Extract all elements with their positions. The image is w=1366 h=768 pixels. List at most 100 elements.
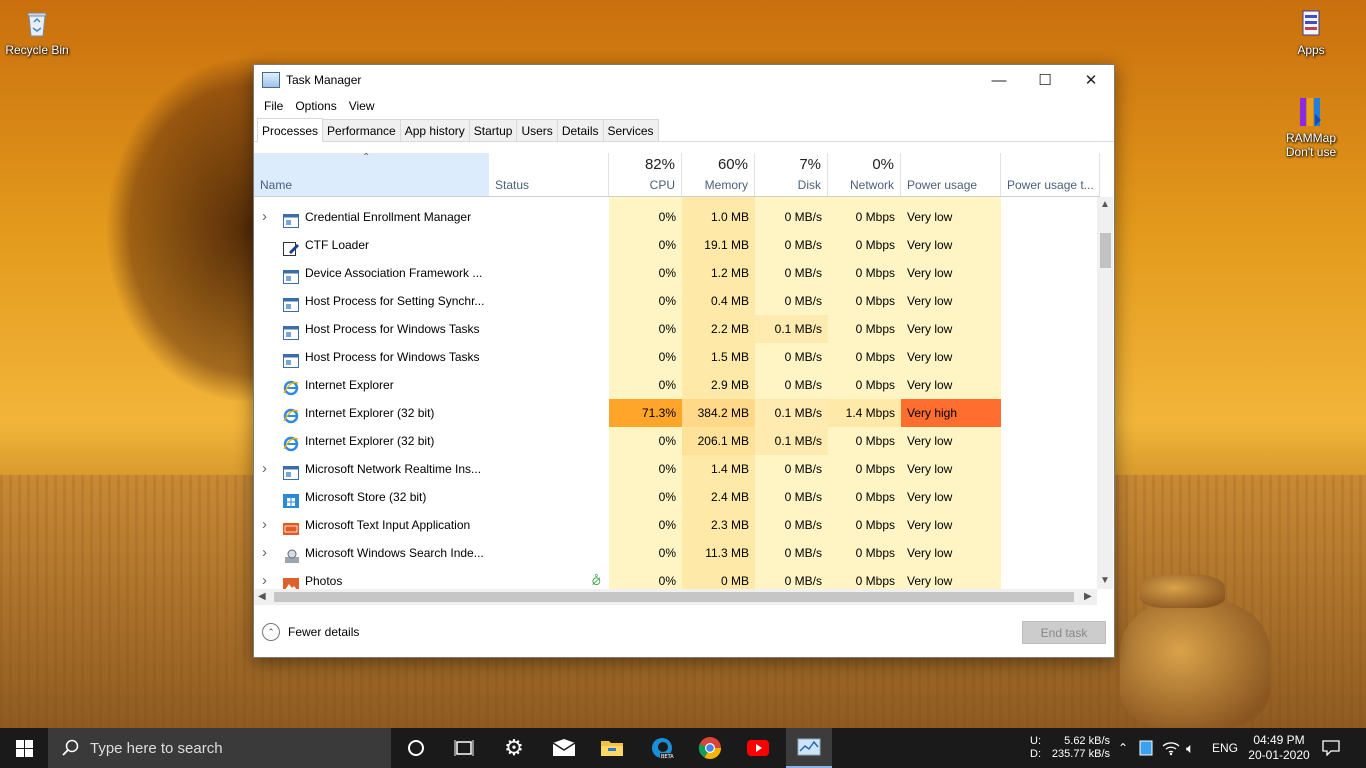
process-disk-cell: 0 MB/s [755,455,828,483]
expand-chevron-icon[interactable]: › [262,539,267,567]
vertical-scrollbar[interactable]: ▲ ▼ [1097,197,1113,589]
process-row[interactable]: Device Association Framework ... 0% 1.2 MB… [254,259,1097,287]
network-button[interactable] [1162,728,1180,768]
title-bar[interactable]: Task Manager — ☐ ✕ [254,65,1114,95]
column-header-memory[interactable]: 60% Memory [682,153,755,196]
menu-file[interactable]: File [258,99,289,113]
process-network-cell: 0 Mbps [828,315,901,343]
action-center-button[interactable] [1322,728,1340,768]
process-status-cell [489,427,609,455]
process-name: Host Process for Windows Tasks [305,322,480,336]
column-header-disk[interactable]: 7% Disk [755,153,828,196]
scroll-left-arrow-icon[interactable]: ◀ [258,591,266,602]
tab-performance[interactable]: Performance [322,119,401,141]
scroll-down-arrow-icon[interactable]: ▼ [1100,575,1110,586]
process-row[interactable]: Host Process for Setting Synchr... 0% 0.4 … [254,287,1097,315]
fewer-details-button[interactable]: ⌃ Fewer details [262,623,359,641]
process-row[interactable]: Host Process for Windows Tasks 0% 2.2 MB 0.… [254,315,1097,343]
show-hidden-icons-button[interactable]: ⌃ [1116,728,1130,768]
process-disk-cell: 0 MB/s [755,231,828,259]
process-row[interactable]: Internet Explorer 0% 2.9 MB 0 MB/s 0 Mbps Ver… [254,371,1097,399]
tab-services[interactable]: Services [602,119,659,141]
process-row[interactable]: Host Process for Windows Tasks 0% 1.5 MB 0 … [254,343,1097,371]
process-name-cell: › Microsoft Windows Search Inde... [254,539,489,567]
tab-details[interactable]: Details [556,119,604,141]
expand-chevron-icon[interactable]: › [262,567,267,589]
horizontal-scroll-thumb[interactable] [274,592,1074,602]
youtube-app-button[interactable] [738,728,778,768]
settings-app-button[interactable]: ⚙ [494,728,534,768]
column-header-cpu[interactable]: 82% CPU [609,153,682,196]
scroll-up-arrow-icon[interactable]: ▲ [1100,199,1110,210]
mail-app-button[interactable] [544,728,584,768]
process-name: Photos [305,574,343,588]
process-status-cell [489,259,609,287]
end-task-button[interactable]: End task [1022,621,1106,644]
task-view-button[interactable] [444,728,484,768]
start-button[interactable] [0,728,48,768]
column-header-name[interactable]: ⌃ Name [254,152,489,196]
mail-icon [552,739,576,756]
column-header-power-usage-trend[interactable]: Power usage t... [1001,153,1100,196]
window-app-icon [283,322,299,340]
column-header-row: ⌃ Name Status 82% CPU 60% Memory 7% Disk… [254,152,1100,197]
process-name-cell: › Microsoft Network Realtime Ins... [254,455,489,483]
menu-options[interactable]: Options [289,99,342,113]
scroll-right-arrow-icon[interactable]: ▶ [1084,591,1092,602]
tab-app-history[interactable]: App history [399,119,470,141]
vertical-scroll-thumb[interactable] [1100,233,1111,268]
process-row[interactable]: › Microsoft Text Input Application 0% 2.3 M… [254,511,1097,539]
minimize-button[interactable]: — [976,65,1022,95]
task-manager-taskbar-button[interactable] [786,728,832,768]
menu-view[interactable]: View [343,99,381,113]
tray-app-button[interactable] [1139,728,1153,768]
window-app-icon [283,350,299,368]
process-name-cell: Microsoft Store (32 bit) [254,483,489,511]
expand-chevron-icon[interactable]: › [262,511,267,539]
clock[interactable]: 04:49 PM 20-01-2020 [1248,728,1310,768]
network-speed-meter[interactable]: U: 5.62 kB/s D: 235.77 kB/s [1030,728,1110,768]
maximize-button[interactable]: ☐ [1022,65,1068,95]
process-memory-cell: 384.2 MB [682,399,755,427]
process-status-cell [489,567,609,589]
process-row[interactable]: › Photos ⦲ 0% 0 MB 0 MB/s 0 Mbps Very low [254,567,1097,589]
process-row[interactable]: › Microsoft Network Realtime Ins... 0% 1.4 … [254,455,1097,483]
cortana-button[interactable] [396,728,436,768]
process-power-cell: Very low [901,287,1001,315]
process-row[interactable]: Microsoft Store (32 bit) 0% 2.4 MB 0 MB/s 0 … [254,483,1097,511]
pen-edit-icon [283,238,299,256]
horizontal-scrollbar[interactable]: ◀ ▶ [254,589,1097,605]
column-header-status[interactable]: Status [489,153,609,196]
taskbar-search-box[interactable]: Type here to search [48,728,391,768]
process-power-trend-cell [1001,427,1097,455]
process-row[interactable]: › Credential Enrollment Manager 0% 1.0 MB 0 … [254,203,1097,231]
desktop-icon-rammap[interactable]: RAMMap Don't use [1276,96,1346,159]
close-button[interactable]: ✕ [1068,65,1114,95]
expand-chevron-icon[interactable]: › [262,203,267,231]
tab-users[interactable]: Users [516,119,558,141]
column-header-power-usage[interactable]: Power usage [901,153,1001,196]
process-row[interactable]: Internet Explorer (32 bit) 71.3% 384.2 MB 0… [254,399,1097,427]
process-cpu-cell: 0% [609,427,682,455]
process-power-cell: Very low [901,455,1001,483]
process-network-cell: 0 Mbps [828,371,901,399]
edge-browser-button[interactable]: BETA [642,728,682,768]
process-row[interactable]: CTF Loader 0% 19.1 MB 0 MB/s 0 Mbps Very low [254,231,1097,259]
process-memory-cell: 2.4 MB [682,483,755,511]
tab-startup[interactable]: Startup [468,119,518,141]
process-row[interactable]: Internet Explorer (32 bit) 0% 206.1 MB 0.1 … [254,427,1097,455]
process-row[interactable]: › Microsoft Windows Search Inde... 0% 11.3 … [254,539,1097,567]
column-header-network[interactable]: 0% Network [828,153,901,196]
file-explorer-button[interactable] [592,728,632,768]
process-power-trend-cell [1001,287,1097,315]
tab-processes[interactable]: Processes [257,118,324,142]
volume-button[interactable]: 🔈︎ [1186,728,1194,768]
expand-chevron-icon[interactable]: › [262,455,267,483]
chrome-browser-button[interactable] [690,728,730,768]
process-power-trend-cell [1001,315,1097,343]
desktop-icon-apps[interactable]: Apps [1276,8,1346,57]
process-status-cell [489,315,609,343]
input-language-button[interactable]: ENG [1212,728,1238,768]
process-network-cell: 0 Mbps [828,343,901,371]
desktop-icon-recycle-bin[interactable]: Recycle Bin [2,8,72,57]
